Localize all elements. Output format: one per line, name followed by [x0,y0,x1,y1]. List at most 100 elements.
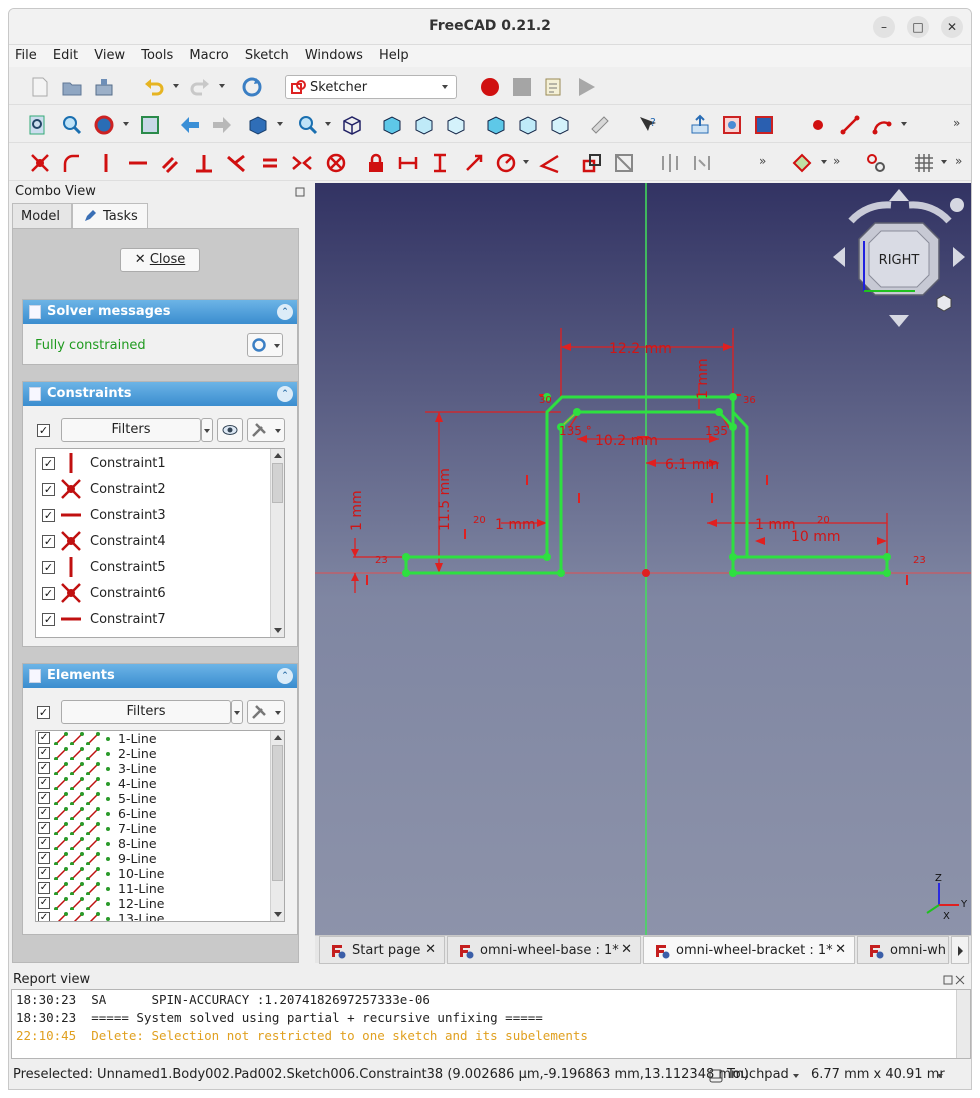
menu-macro[interactable]: Macro [183,45,234,63]
navigation-style[interactable]: Touchpad [727,1067,789,1082]
dim-label-thickness-top[interactable]: 1 mm [695,358,711,399]
grid-dropdown-arrow[interactable] [941,160,947,164]
view-front-icon[interactable] [381,114,403,136]
scroll-down-arrow[interactable] [274,628,282,633]
arrow-left-icon[interactable] [179,114,201,136]
elements-scrollbar[interactable] [270,731,284,921]
workbench-selector[interactable]: Sketcher [285,75,457,99]
angle-constraint-icon[interactable] [539,152,561,174]
grid-icon[interactable] [913,152,935,174]
list-item[interactable]: ✓ 2-Line [36,746,284,761]
nav-arrow-right-icon[interactable] [953,247,965,267]
tab-tasks[interactable]: Tasks [72,203,148,229]
dim-label-wall-right[interactable]: 1 mm [755,517,796,533]
view-iso-icon[interactable] [247,114,269,136]
constraints-header[interactable]: Constraints ⌃ [23,382,297,406]
close-tab-icon[interactable]: ✕ [425,942,436,957]
list-item[interactable]: ✓ 10-Line [36,866,284,881]
toggle-active-icon[interactable] [613,152,635,174]
symmetry-tool-icon[interactable] [659,152,681,174]
zoom-icon[interactable] [297,114,319,136]
parallel-constraint-icon[interactable] [159,152,181,174]
tab-omni-wheel-bracket[interactable]: omni-wheel-bracket : 1* ✕ [643,936,855,964]
list-item[interactable]: ✓ 7-Line [36,821,284,836]
item-checkbox[interactable]: ✓ [38,762,50,774]
view-menu-cube-icon[interactable] [936,294,952,312]
toggle-driving-icon[interactable] [581,152,603,174]
redo-dropdown-arrow[interactable] [219,84,225,88]
tab-scroll-button[interactable] [951,936,969,964]
validate-dropdown-arrow[interactable] [821,160,827,164]
undo-dropdown-arrow[interactable] [173,84,179,88]
tab-model[interactable]: Model [12,203,72,229]
menu-edit[interactable]: Edit [47,45,84,63]
vertical-distance-icon[interactable] [429,152,451,174]
menu-help[interactable]: Help [373,45,415,63]
record-macro-icon[interactable] [479,76,501,98]
equal-constraint-icon[interactable] [259,152,281,174]
collapse-icon[interactable]: ⌃ [277,386,293,402]
stop-macro-icon[interactable] [511,76,533,98]
report-scrollbar[interactable] [956,990,970,1058]
list-item[interactable]: ✓ Constraint6 [36,581,284,607]
draw-style-icon[interactable] [93,114,115,136]
view-left-icon[interactable] [549,114,571,136]
whats-this-icon[interactable]: ? [637,114,659,136]
list-item[interactable]: ✓ 11-Line [36,881,284,896]
report-window-controls-icon[interactable] [943,975,965,985]
elements-settings-button[interactable] [247,700,285,724]
dimension-status[interactable]: 6.77 mm x 40.91 mr [811,1067,945,1082]
chevron-down-icon[interactable] [793,1074,799,1078]
view-dropdown-arrow[interactable] [277,122,283,126]
menu-windows[interactable]: Windows [299,45,369,63]
draw-style-dropdown-arrow[interactable] [123,122,129,126]
item-checkbox[interactable]: ✓ [38,897,50,909]
view-top-icon[interactable] [413,114,435,136]
dim-label-flange-thickness[interactable]: 1 mm [349,490,365,531]
constraints-filters-dropdown[interactable] [201,418,213,442]
sketch-point-icon[interactable] [807,114,829,136]
list-item[interactable]: ✓ 8-Line [36,836,284,851]
sketch-canvas[interactable]: 12.2 mm 1 mm 10.2 mm 6.1 mm 11.5 mm 1 mm… [315,183,971,939]
item-checkbox[interactable]: ✓ [42,561,55,574]
constraints-settings-button[interactable] [247,418,285,442]
scroll-up-arrow[interactable] [274,453,282,458]
view-rear-icon[interactable] [485,114,507,136]
dim-label-inner-width[interactable]: 10.2 mm [595,433,658,449]
scroll-thumb[interactable] [272,745,283,881]
point-on-object-icon[interactable] [61,152,83,174]
menu-tools[interactable]: Tools [135,45,179,63]
list-item[interactable]: ✓ 13-Line [36,911,284,921]
nav-arrow-up-icon[interactable] [889,189,909,201]
tools-overflow-chevron[interactable]: » [833,154,840,168]
export-icon[interactable] [689,114,711,136]
constraints-select-all-checkbox[interactable]: ✓ [37,424,50,437]
symmetric-constraint-icon[interactable] [291,152,313,174]
collapse-icon[interactable]: ⌃ [277,304,293,320]
sketch-line-icon[interactable] [839,114,861,136]
view-axonometric-icon[interactable] [341,114,363,136]
item-checkbox[interactable]: ✓ [38,852,50,864]
scroll-thumb[interactable] [272,463,283,503]
list-item[interactable]: ✓ Constraint4 [36,529,284,555]
list-item[interactable]: ✓ Constraint3 [36,503,284,529]
menu-view[interactable]: View [88,45,131,63]
undo-icon[interactable] [143,76,165,98]
list-item[interactable]: ✓ 3-Line [36,761,284,776]
item-checkbox[interactable]: ✓ [42,587,55,600]
save-icon[interactable] [93,76,115,98]
constraints-overflow-chevron[interactable]: » [759,154,766,168]
dim-label-width[interactable]: 12.2 mm [609,341,672,357]
view-right-icon[interactable] [445,114,467,136]
block-constraint-icon[interactable] [325,152,347,174]
item-checkbox[interactable]: ✓ [42,509,55,522]
tab-omni-wheel-base[interactable]: omni-wheel-base : 1* ✕ [447,936,641,964]
std-view-icon[interactable] [27,114,49,136]
item-checkbox[interactable]: ✓ [38,912,50,921]
toolbar-overflow-chevron[interactable]: » [953,116,960,130]
bounding-box-icon[interactable] [139,114,161,136]
horizontal-constraint-icon[interactable] [127,152,149,174]
tangent-constraint-icon[interactable] [225,152,247,174]
close-tab-icon[interactable]: ✕ [621,942,632,957]
list-item[interactable]: ✓ Constraint2 [36,477,284,503]
